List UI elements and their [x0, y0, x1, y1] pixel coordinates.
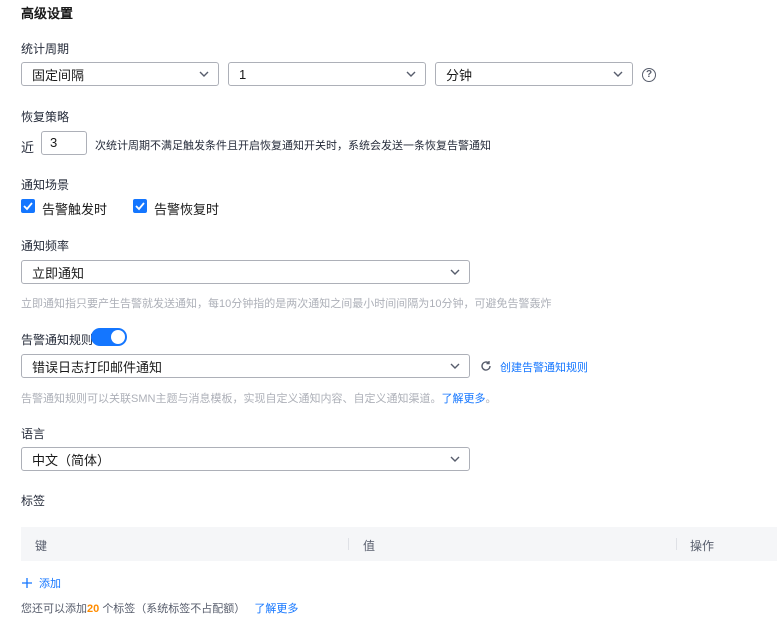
rule-hint: 告警通知规则可以关联SMN主题与消息模板，实现自定义通知内容、自定义通知渠道。了…	[21, 390, 496, 406]
recovery-description: 次统计周期不满足触发条件且开启恢复通知开关时，系统会发送一条恢复告警通知	[95, 140, 491, 152]
rule-value: 错误日志打印邮件通知	[32, 359, 163, 375]
chevron-down-icon	[450, 456, 460, 462]
check-icon	[23, 202, 33, 211]
tags-table-header: 键 值 操作	[21, 527, 777, 561]
period-count-select[interactable]: 1	[228, 62, 426, 86]
recovery-prefix: 近	[21, 140, 35, 155]
chevron-down-icon	[406, 71, 416, 77]
period-count-value: 1	[239, 66, 247, 82]
checkbox-alarm-recovery[interactable]	[133, 199, 147, 213]
rule-hint-suffix: 。	[485, 393, 497, 405]
period-unit-value: 分钟	[446, 67, 473, 83]
frequency-label: 通知频率	[21, 239, 70, 253]
scenario-label: 通知场景	[21, 178, 70, 192]
add-tag-button[interactable]: 添加	[21, 575, 61, 591]
tags-label: 标签	[21, 494, 46, 508]
column-divider	[348, 538, 349, 550]
language-label: 语言	[21, 427, 46, 441]
checkbox-alarm-recovery-label[interactable]: 告警恢复时	[154, 199, 219, 218]
recovery-label: 恢复策略	[21, 110, 70, 124]
rule-select[interactable]: 错误日志打印邮件通知	[21, 354, 470, 378]
language-select[interactable]: 中文（简体）	[21, 447, 470, 471]
rule-learn-more-link[interactable]: 了解更多	[441, 393, 485, 405]
rule-hint-text: 告警通知规则可以关联SMN主题与消息模板，实现自定义通知内容、自定义通知渠道。	[21, 393, 442, 405]
period-label: 统计周期	[21, 42, 70, 56]
period-unit-select[interactable]: 分钟	[435, 62, 633, 86]
check-icon	[135, 202, 145, 211]
plus-icon	[22, 578, 32, 588]
checkbox-alarm-trigger[interactable]	[21, 199, 35, 213]
chevron-down-icon	[613, 71, 623, 77]
add-tag-label: 添加	[39, 578, 61, 590]
tags-footer: 您还可以添加20 个标签（系统标签不占配额） 了解更多	[21, 600, 298, 616]
period-type-value: 固定间隔	[32, 67, 85, 83]
tags-footer-suffix: 个标签（系统标签不占配额）	[102, 603, 246, 615]
rule-label: 告警通知规则	[21, 333, 94, 347]
language-value: 中文（简体）	[32, 452, 111, 468]
checkbox-alarm-trigger-label[interactable]: 告警触发时	[42, 199, 107, 218]
recovery-count-input[interactable]: 3	[41, 131, 87, 155]
refresh-icon[interactable]	[480, 360, 492, 372]
period-type-select[interactable]: 固定间隔	[21, 62, 219, 86]
frequency-hint: 立即通知指只要产生告警就发送通知，每10分钟指的是两次通知之间最小时间间隔为10…	[21, 298, 552, 310]
column-action: 操作	[690, 539, 715, 553]
tags-remaining-count: 20	[87, 603, 100, 615]
column-value: 值	[363, 539, 376, 553]
create-rule-link[interactable]: 创建告警通知规则	[500, 359, 588, 375]
frequency-value: 立即通知	[32, 265, 85, 281]
frequency-select[interactable]: 立即通知	[21, 260, 470, 284]
question-circle-icon[interactable]: ?	[642, 68, 656, 82]
chevron-down-icon	[450, 363, 460, 369]
chevron-down-icon	[199, 71, 209, 77]
column-divider	[676, 538, 677, 550]
rule-toggle[interactable]	[91, 328, 127, 346]
column-key: 键	[35, 539, 48, 553]
tags-learn-more-link[interactable]: 了解更多	[254, 603, 298, 615]
tags-footer-prefix: 您还可以添加	[21, 603, 87, 615]
chevron-down-icon	[450, 269, 460, 275]
section-title: 高级设置	[21, 6, 74, 21]
